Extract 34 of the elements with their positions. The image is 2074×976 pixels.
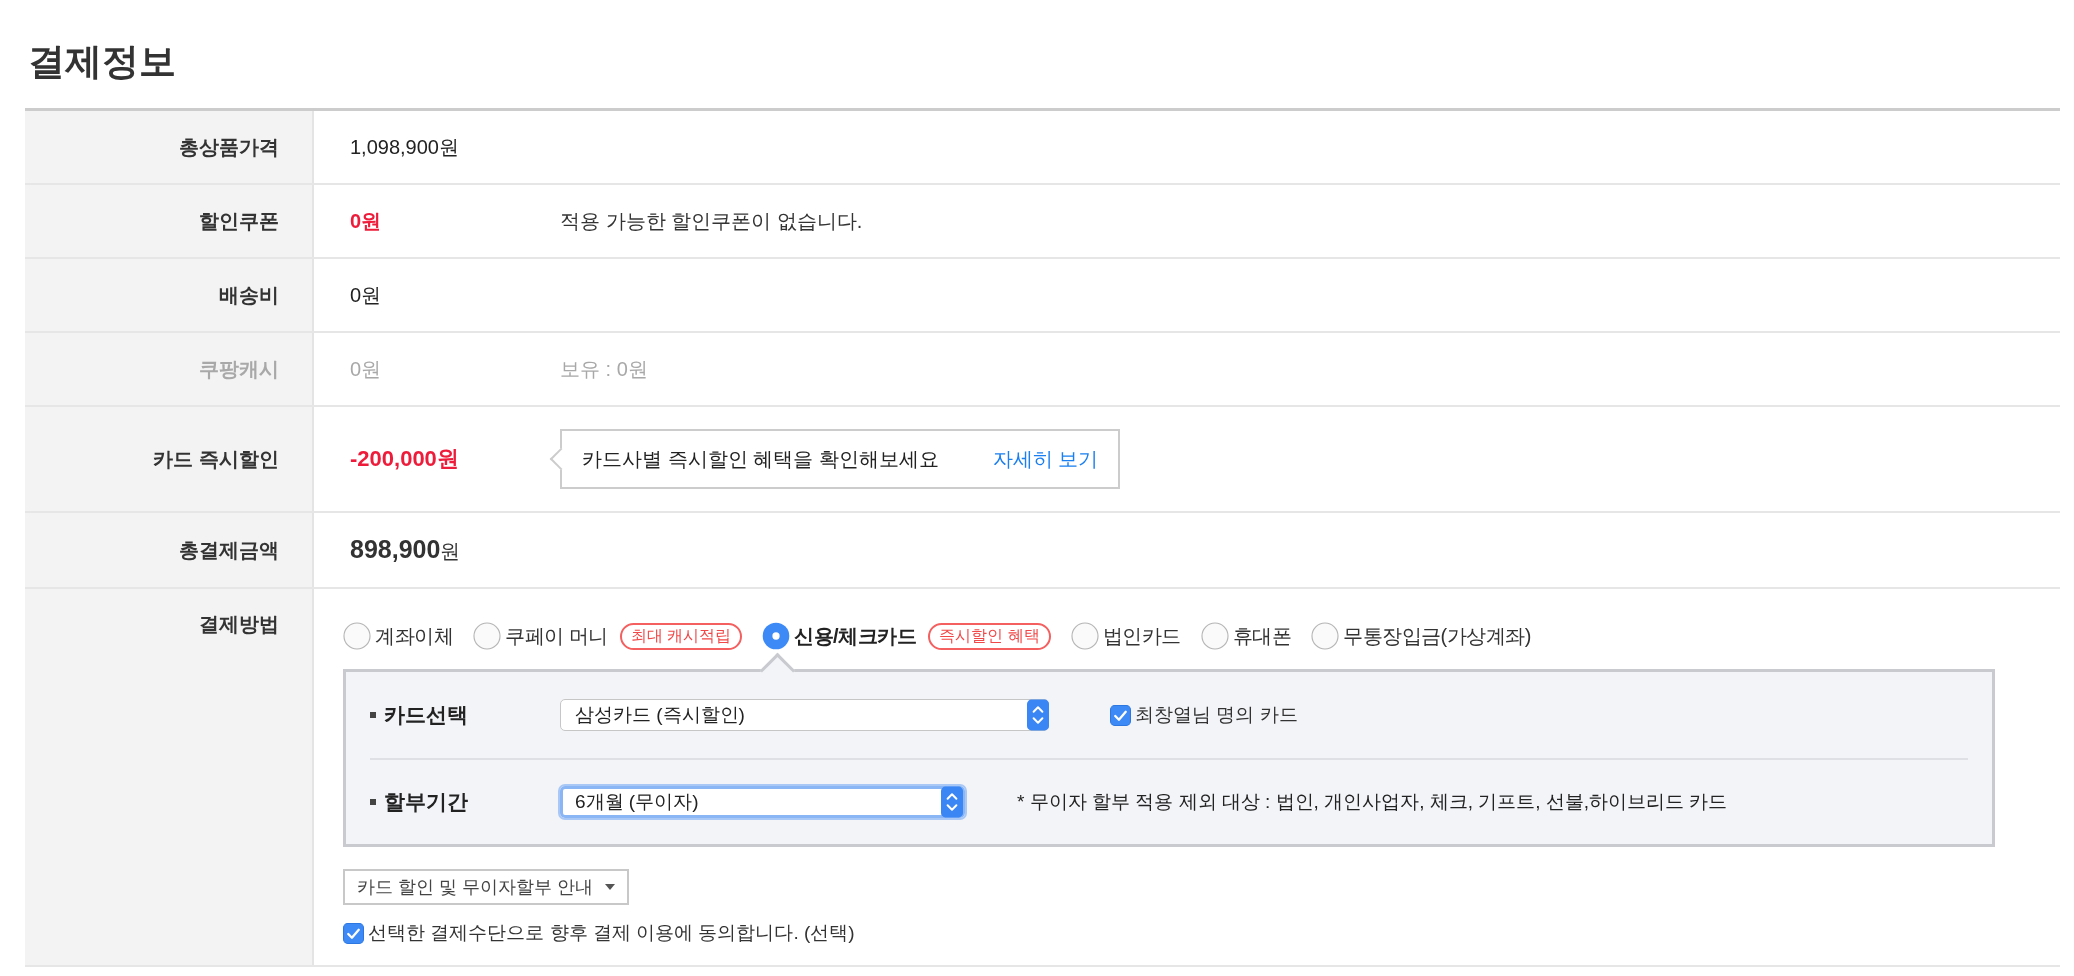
select-field[interactable]: 삼성카드 (즉시할인)	[560, 699, 1049, 731]
checkbox-label: 최창열님 명의 카드	[1135, 703, 1298, 727]
payment-option[interactable]: 신용/체크카드	[794, 622, 917, 650]
payment-option[interactable]: 법인카드	[1102, 622, 1181, 650]
promo-badge: 최대 캐시적립	[619, 622, 742, 650]
amount-value: -200,000원	[350, 445, 460, 473]
row-label: 결제방법	[25, 589, 314, 965]
row-label: 쿠팡캐시	[25, 333, 314, 405]
row-label: 총결제금액	[25, 513, 314, 587]
select-field[interactable]: 6개월 (무이자)	[560, 786, 965, 818]
checkbox-label: 선택한 결제수단으로 향후 결제 이용에 동의합니다. (선택)	[368, 921, 855, 945]
amount-value: 1,098,900원	[350, 134, 460, 160]
payment-option[interactable]: 쿠페이 머니	[505, 622, 608, 650]
row-label: 카드 즉시할인	[25, 407, 314, 511]
amount-value: 0원	[350, 208, 383, 234]
section-title: 결제정보	[27, 40, 177, 84]
payment-option[interactable]: 무통장입금(가상계좌)	[1343, 622, 1531, 650]
row-label: 총상품가격	[25, 111, 314, 183]
row-label: 배송비	[25, 259, 314, 331]
total-amount: 898,900원	[350, 535, 461, 565]
tooltip-text: 카드사별 즉시할인 혜택을 확인해보세요	[582, 446, 939, 472]
field-label: 할부기간	[384, 789, 468, 815]
payment-option[interactable]: 계좌이체	[375, 622, 453, 650]
amount-value: 0원	[350, 356, 383, 382]
row-label: 할인쿠폰	[25, 185, 314, 257]
exclusion-note: * 무이자 할부 적용 제외 대상 : 법인, 개인사업자, 체크, 기프트, 선불,하이브리드 카드	[1017, 790, 1728, 814]
promo-badge: 즉시할인 혜택	[928, 622, 1051, 650]
payment-option[interactable]: 휴대폰	[1232, 622, 1292, 650]
info-text: 적용 가능한 할인쿠폰이 없습니다.	[560, 208, 863, 234]
amount-value: 0원	[350, 282, 383, 308]
info-text: 보유 : 0원	[560, 356, 648, 382]
guide-dropdown-button[interactable]: 카드 할인 및 무이자할부 안내	[343, 869, 629, 905]
details-link[interactable]: 자세히 보기	[992, 445, 1099, 473]
field-label: 카드선택	[384, 702, 468, 728]
